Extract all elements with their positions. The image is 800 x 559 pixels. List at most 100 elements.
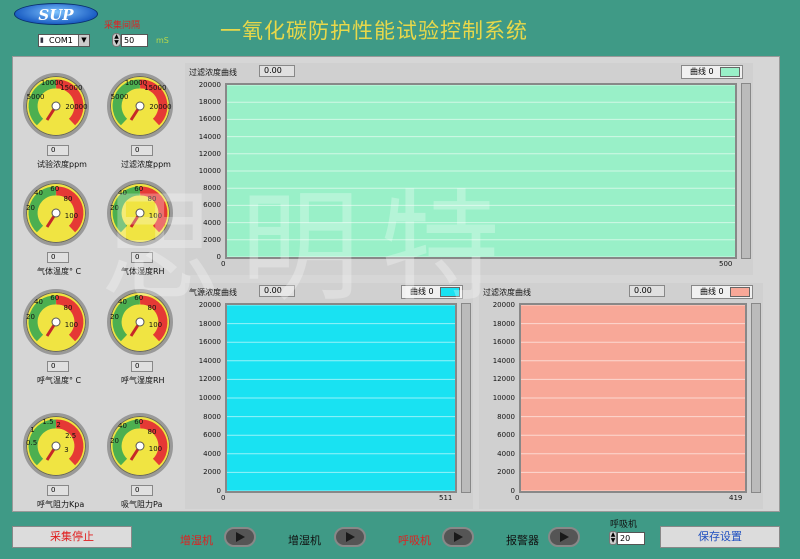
gauge-value: 0 <box>47 361 69 372</box>
chart-legend[interactable]: 曲线 0 <box>691 285 753 299</box>
y-tick-label: 0 <box>216 253 221 261</box>
y-tick-label: 20000 <box>492 301 515 309</box>
y-tick-label: 16000 <box>198 338 221 347</box>
y-tick-label: 14000 <box>198 356 221 365</box>
y-tick-label: 2000 <box>203 468 221 477</box>
gauge-tick-label: 80 <box>147 304 157 313</box>
gauge-tick-label: 60 <box>50 294 60 303</box>
humidifier2-toggle[interactable] <box>334 527 366 547</box>
chart-value: 0.00 <box>259 65 295 77</box>
chart-scrollbar[interactable] <box>751 303 761 493</box>
gauge-tick-label: 0.5 <box>26 439 38 448</box>
breather-label: 呼吸机 <box>398 534 431 547</box>
gauge-dial: 5000 10000 15000 20000 <box>107 73 173 139</box>
x-tick-label: 0 <box>221 260 226 268</box>
y-tick-label: 0 <box>510 487 515 495</box>
stop-acquisition-button[interactable]: 采集停止 <box>12 526 132 548</box>
y-tick-label: 20000 <box>198 301 221 309</box>
main-panel: 5000 10000 15000 20000 0 试验浓度ppm 5000 10000 1500… <box>12 56 780 512</box>
gauge-label: 吸气阻力Pa <box>121 500 163 509</box>
y-tick-label: 14000 <box>198 132 221 141</box>
interval-label: 采集间隔 <box>104 21 141 31</box>
gauge-value: 0 <box>131 252 153 263</box>
chart-scrollbar[interactable] <box>741 83 751 259</box>
y-tick-label: 18000 <box>492 319 515 328</box>
gauge-tick-label: 5000 <box>26 92 45 101</box>
gauge-tick-label: 1.5 <box>42 418 54 427</box>
legend-swatch <box>440 287 460 297</box>
y-tick-label: 12000 <box>198 375 221 384</box>
x-tick-label: 0 <box>515 494 520 502</box>
interval-input[interactable]: 50 <box>121 34 148 47</box>
y-tick-label: 18000 <box>198 98 221 107</box>
chart-legend[interactable]: 曲线 0 <box>681 65 743 79</box>
y-tick-label: 18000 <box>198 319 221 328</box>
interval-stepper[interactable]: ▲ ▼ <box>112 33 121 47</box>
y-tick-label: 0 <box>216 487 221 495</box>
gauge-label: 试验浓度ppm <box>37 160 87 169</box>
gauge-dial: 5000 10000 15000 20000 <box>23 73 89 139</box>
y-tick-label: 10000 <box>198 167 221 175</box>
gauge-0: 5000 10000 15000 20000 0 试验浓度ppm <box>23 73 93 173</box>
gauge-tick-label: 1 <box>30 425 35 434</box>
gauge-tick-label: 40 <box>118 297 127 306</box>
gauge-tick-label: 3 <box>64 446 69 455</box>
gauge-tick-label: 60 <box>134 294 144 303</box>
x-tick-label: 511 <box>439 494 453 502</box>
chart-legend[interactable]: 曲线 0 <box>401 285 463 299</box>
gauge-value: 0 <box>47 252 69 263</box>
x-tick-label: 500 <box>719 260 733 268</box>
gauge-dial: 20 40 60 80 100 <box>23 289 89 355</box>
gauge-value: 0 <box>131 145 153 156</box>
gauge-dial: 20 40 60 80 100 <box>107 413 173 479</box>
gauge-label: 气体湿度RH <box>121 267 165 276</box>
gauge-tick-label: 20000 <box>149 103 172 112</box>
humidifier2-label: 增湿机 <box>288 534 321 547</box>
y-tick-label: 16000 <box>492 338 515 347</box>
y-tick-label: 10000 <box>492 394 515 402</box>
gauge-1: 5000 10000 15000 20000 0 过滤浓度ppm <box>107 73 177 173</box>
gauge-label: 呼气温度° C <box>37 376 82 385</box>
legend-swatch <box>720 67 740 77</box>
chart-1: 气源浓度曲线 0.00 曲线 0 20000 18000 16000 14000 12000 1… <box>185 283 473 509</box>
plot-area <box>519 303 747 493</box>
y-tick-label: 14000 <box>492 356 515 365</box>
gauge-value: 0 <box>47 485 69 496</box>
plot-area <box>225 83 737 259</box>
save-settings-button[interactable]: 保存设置 <box>660 526 780 548</box>
x-tick-label: 419 <box>729 494 743 502</box>
io-icon: ▮ <box>40 36 44 44</box>
gauge-tick-label: 60 <box>134 418 144 427</box>
gauge-tick-label: 20 <box>26 312 35 321</box>
chart-0: 过滤浓度曲线 0.00 曲线 0 20000 18000 16000 14000 12000 1… <box>185 63 753 275</box>
page-title: 一氧化碳防护性能试验控制系统 <box>220 19 528 43</box>
gauge-dial: 20 40 60 80 100 <box>23 180 89 246</box>
gauge-label: 气体温度° C <box>37 267 82 276</box>
gauge-value: 0 <box>47 145 69 156</box>
breather-rate-label: 呼吸机 <box>610 520 638 530</box>
alarm-toggle[interactable] <box>548 527 580 547</box>
gauge-tick-label: 40 <box>118 188 127 197</box>
com-port-value: COM1 <box>49 36 73 45</box>
gauge-tick-label: 80 <box>147 195 157 204</box>
gauge-label: 过滤浓度ppm <box>121 160 171 169</box>
bottom-bar: 采集停止 增湿机 增湿机 呼吸机 报警器 呼吸机 ▲ ▼ 20 保存设置 <box>12 520 780 552</box>
chart-title: 过滤浓度曲线 <box>483 288 531 297</box>
gauge-5: 20 40 60 80 100 0 呼气湿度RH <box>107 289 177 389</box>
gauge-tick-label: 20 <box>110 436 119 445</box>
humidifier1-toggle[interactable] <box>224 527 256 547</box>
breather-rate-stepper[interactable]: ▲ ▼ <box>609 531 617 545</box>
breather-rate-input[interactable]: 20 <box>617 532 645 545</box>
legend-label: 曲线 0 <box>690 67 714 76</box>
gauge-tick-label: 100 <box>64 320 79 329</box>
breather-toggle[interactable] <box>442 527 474 547</box>
y-tick-label: 20000 <box>198 81 221 89</box>
gauge-label: 呼气湿度RH <box>121 376 165 385</box>
gauge-tick-label: 40 <box>34 297 43 306</box>
gauge-4: 20 40 60 80 100 0 呼气温度° C <box>23 289 93 389</box>
y-tick-label: 6000 <box>497 431 515 440</box>
chart-scrollbar[interactable] <box>461 303 471 493</box>
com-port-select[interactable]: ▮ COM1 ▼ <box>38 34 90 47</box>
chevron-down-icon[interactable]: ▼ <box>78 35 89 46</box>
y-tick-label: 4000 <box>203 449 221 458</box>
